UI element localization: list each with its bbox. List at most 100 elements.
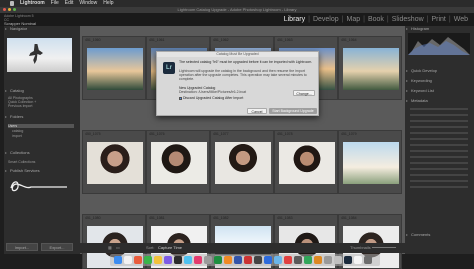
folder-import[interactable]: import bbox=[8, 134, 74, 138]
change-button[interactable]: Change... bbox=[293, 90, 315, 96]
dock-app-icon[interactable] bbox=[334, 256, 342, 264]
module-map[interactable]: Map bbox=[346, 15, 360, 24]
dock-app-icon[interactable] bbox=[264, 256, 272, 264]
metadata-field-line bbox=[410, 108, 468, 110]
dock-app-icon[interactable] bbox=[244, 256, 252, 264]
metadata-field-line bbox=[410, 174, 468, 176]
publish-header[interactable]: Publish Services bbox=[4, 168, 80, 174]
dock-app-icon[interactable] bbox=[284, 256, 292, 264]
grid-cell[interactable]: 451_1078 bbox=[274, 130, 338, 194]
import-button[interactable]: Import... bbox=[6, 243, 38, 251]
module-web[interactable]: Web bbox=[454, 15, 468, 24]
dock-app-icon[interactable] bbox=[254, 256, 262, 264]
photo-thumbnail[interactable] bbox=[343, 142, 399, 184]
cell-number: 451_1077 bbox=[213, 132, 229, 136]
dock-app-icon[interactable] bbox=[354, 256, 362, 264]
collection-smart[interactable]: Smart Collections bbox=[8, 160, 74, 164]
menu-help[interactable]: Help bbox=[103, 0, 113, 7]
quick-develop-header[interactable]: Quick Develop bbox=[405, 68, 474, 74]
module-print[interactable]: Print bbox=[431, 15, 445, 24]
cell-number: 451_1084 bbox=[341, 216, 357, 220]
discard-checkbox[interactable] bbox=[179, 96, 182, 100]
dock-app-icon[interactable] bbox=[324, 256, 332, 264]
cell-number: 451_1062 bbox=[213, 38, 229, 42]
grid-cell[interactable]: 451_1079 bbox=[338, 130, 402, 194]
discard-checkbox-row[interactable]: Discard Upgraded Catalog After Import bbox=[179, 96, 279, 100]
dock-app-icon[interactable] bbox=[184, 256, 192, 264]
folder-users[interactable]: Users bbox=[8, 124, 74, 128]
dock-app-icon[interactable] bbox=[214, 256, 222, 264]
grid-cell[interactable]: 451_1060 bbox=[82, 36, 146, 100]
dock-app-icon[interactable] bbox=[114, 256, 122, 264]
navigator-header[interactable]: Navigator bbox=[4, 26, 80, 32]
metadata-field-line bbox=[410, 150, 468, 152]
dock-app-icon[interactable] bbox=[124, 256, 132, 264]
folders-header[interactable]: Folders bbox=[4, 114, 80, 120]
dock-app-icon[interactable] bbox=[194, 256, 202, 264]
photo-thumbnail[interactable] bbox=[343, 48, 399, 90]
navigator-preview[interactable] bbox=[7, 38, 72, 72]
histogram-graph bbox=[408, 33, 470, 55]
grid-cell[interactable]: 451_1077 bbox=[210, 130, 274, 194]
keywording-header[interactable]: Keywording bbox=[405, 78, 474, 84]
library-toolbar: ▦ ▭ Sort: Capture Time Thumbnails bbox=[80, 243, 405, 253]
window-controls bbox=[3, 8, 16, 11]
module-library[interactable]: Library bbox=[284, 15, 305, 24]
sort-value[interactable]: Capture Time bbox=[158, 243, 182, 253]
grid-view-icon[interactable]: ▦ bbox=[108, 243, 112, 253]
dock-app-icon[interactable] bbox=[274, 256, 282, 264]
metadata-header[interactable]: Metadata bbox=[405, 98, 474, 104]
dock-app-icon[interactable] bbox=[144, 256, 152, 264]
grid-cell[interactable]: 450_1075 bbox=[82, 130, 146, 194]
menu-file[interactable]: File bbox=[51, 0, 59, 7]
dock-app-icon[interactable] bbox=[314, 256, 322, 264]
module-slideshow[interactable]: Slideshow bbox=[392, 15, 424, 24]
signature-logo bbox=[7, 178, 73, 196]
dialog-body: Lightroom will upgrade the catalog in th… bbox=[179, 69, 307, 81]
metadata-field-line bbox=[410, 162, 468, 164]
histogram-header[interactable]: Histogram bbox=[405, 26, 474, 32]
zoom-window-icon[interactable] bbox=[13, 8, 16, 11]
dock-app-icon[interactable] bbox=[204, 256, 212, 264]
comments-header[interactable]: Comments bbox=[405, 232, 474, 238]
dock-app-icon[interactable] bbox=[294, 256, 302, 264]
module-develop[interactable]: Develop bbox=[313, 15, 339, 24]
cell-number: 451_1079 bbox=[341, 132, 357, 136]
cancel-button[interactable]: Cancel bbox=[247, 108, 267, 114]
thumbnail-size-slider[interactable] bbox=[372, 247, 396, 248]
collections-header[interactable]: Collections bbox=[4, 150, 80, 156]
apple-icon[interactable] bbox=[10, 1, 14, 6]
minimize-window-icon[interactable] bbox=[8, 8, 11, 11]
dock-app-icon[interactable] bbox=[234, 256, 242, 264]
dock-app-icon[interactable] bbox=[344, 256, 352, 264]
photo-thumbnail[interactable] bbox=[279, 142, 335, 184]
dock-app-icon[interactable] bbox=[224, 256, 232, 264]
grid-cell[interactable]: 451_1064 bbox=[338, 36, 402, 100]
dock-app-icon[interactable] bbox=[174, 256, 182, 264]
grid-cell[interactable]: 451_1076 bbox=[146, 130, 210, 194]
export-button[interactable]: Export... bbox=[41, 243, 73, 251]
photo-thumbnail[interactable] bbox=[87, 48, 143, 90]
menu-edit[interactable]: Edit bbox=[65, 0, 74, 7]
catalog-item-previous[interactable]: Previous Import bbox=[8, 104, 74, 108]
loupe-view-icon[interactable]: ▭ bbox=[116, 243, 120, 253]
cell-number: 451_1078 bbox=[277, 132, 293, 136]
menu-window[interactable]: Window bbox=[79, 0, 97, 7]
start-upgrade-button[interactable]: Start Background Upgrade bbox=[269, 108, 317, 114]
photo-thumbnail[interactable] bbox=[87, 142, 143, 184]
module-book[interactable]: Book bbox=[368, 15, 384, 24]
dock-app-icon[interactable] bbox=[364, 256, 372, 264]
catalog-header[interactable]: Catalog bbox=[4, 88, 80, 94]
keyword-list-header[interactable]: Keyword List bbox=[405, 88, 474, 94]
photo-thumbnail[interactable] bbox=[215, 142, 271, 184]
close-window-icon[interactable] bbox=[3, 8, 6, 11]
dock-app-icon[interactable] bbox=[164, 256, 172, 264]
menu-app[interactable]: Lightroom bbox=[20, 0, 45, 7]
dock-app-icon[interactable] bbox=[154, 256, 162, 264]
dock-app-icon[interactable] bbox=[304, 256, 312, 264]
metadata-field-line bbox=[410, 168, 468, 170]
signature-icon bbox=[10, 181, 67, 192]
dock-app-icon[interactable] bbox=[134, 256, 142, 264]
folder-catalog[interactable]: catalog bbox=[8, 129, 74, 133]
photo-thumbnail[interactable] bbox=[151, 142, 207, 184]
